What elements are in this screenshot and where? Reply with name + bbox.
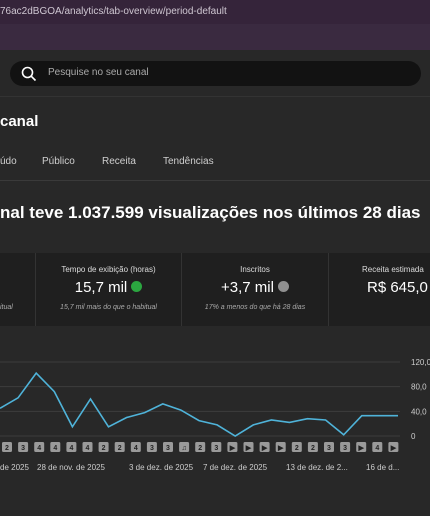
url-text: 76ac2dBGOA/analytics/tab-overview/period… [0, 6, 227, 17]
app-header: Pesquise no seu canal [0, 50, 430, 97]
tab-revenue[interactable]: Receita [102, 156, 136, 167]
upload-marker-label: 3 [327, 445, 331, 452]
search-box[interactable]: Pesquise no seu canal [10, 61, 421, 86]
upload-marker-label: ▶ [390, 445, 397, 452]
upload-marker-label: 2 [311, 445, 315, 452]
metric-card-views[interactable]: itual [0, 253, 36, 326]
y-tick-label: 120,0 [411, 358, 430, 367]
y-tick-label: 40,0 [411, 407, 427, 416]
upload-marker-label: 3 [21, 445, 25, 452]
metric-value: R$ 645,0 [367, 279, 428, 296]
tab-trends[interactable]: Tendências [163, 156, 214, 167]
trend-up-icon [131, 280, 143, 292]
summary-headline: nal teve 1.037.599 visualizações nos últ… [0, 203, 421, 222]
metric-value: +3,7 mil [182, 279, 328, 296]
metric-card-subscribers[interactable]: Inscritos +3,7 mil 17% a menos do que há… [182, 253, 329, 326]
metric-value-text: 15,7 mil [74, 279, 128, 296]
metric-label: Inscritos [240, 265, 270, 274]
views-line-chart: 120,0 80,0 40,0 0 2 3 4 4 4 4 2 2 4 3 3 ♫ 2 3 ▶ ▶ ▶ ▶ 2 2 3 3 ▶ 4 ▶ [0, 358, 430, 452]
metric-sub: 17% a menos do que há 28 dias [204, 304, 306, 311]
upload-marker-label: 2 [118, 445, 122, 452]
search-icon [21, 66, 37, 82]
y-tick-label: 80,0 [411, 383, 427, 392]
browser-url-bar[interactable]: 76ac2dBGOA/analytics/tab-overview/period… [0, 0, 430, 24]
upload-marker-label: ▶ [277, 445, 284, 452]
y-tick-label: 0 [411, 432, 416, 441]
x-tick-label: 7 de dez. de 2025 [203, 463, 268, 472]
upload-marker-label: 2 [198, 445, 202, 452]
upload-marker-label: ▶ [245, 445, 252, 452]
metric-label: Receita estimada [362, 265, 424, 274]
x-tick-label: 28 de nov. de 2025 [37, 463, 105, 472]
x-tick-label: 3 de dez. de 2025 [129, 463, 194, 472]
metric-card-watch-time[interactable]: Tempo de exibição (horas) 15,7 mil 15,7 … [36, 253, 182, 326]
upload-marker-label: ▶ [358, 445, 365, 452]
upload-marker-label: 3 [150, 445, 154, 452]
metric-cards: itual Tempo de exibição (horas) 15,7 mil… [0, 253, 430, 326]
upload-marker-label: 4 [375, 445, 379, 452]
browser-tab-strip [0, 24, 430, 50]
upload-marker-label: ♫ [181, 445, 186, 452]
page-title: canal [0, 113, 39, 130]
upload-marker-label: ▶ [229, 445, 236, 452]
metric-value-text: +3,7 mil [221, 279, 274, 296]
upload-marker-label: 4 [69, 445, 73, 452]
upload-marker-label: 3 [214, 445, 218, 452]
upload-marker-label: 2 [295, 445, 299, 452]
metric-value: 15,7 mil [36, 279, 181, 296]
metric-card-revenue[interactable]: Receita estimada R$ 645,0 [329, 253, 430, 326]
upload-marker-label: 4 [86, 445, 90, 452]
upload-marker-label: 3 [343, 445, 347, 452]
x-tick-label: de 2025 [0, 463, 29, 472]
series-line [0, 371, 398, 437]
upload-marker-label: 2 [5, 445, 9, 452]
metric-label: Tempo de exibição (horas) [61, 265, 156, 274]
upload-marker-label: 3 [166, 445, 170, 452]
tab-content[interactable]: údo [0, 156, 17, 167]
upload-marker-label: 4 [134, 445, 138, 452]
metric-sub: 15,7 mil mais do que o habitual [60, 304, 157, 311]
upload-marker-label: ▶ [261, 445, 268, 452]
tab-audience[interactable]: Público [42, 156, 75, 167]
upload-marker-label: 4 [53, 445, 57, 452]
trend-down-icon [277, 280, 289, 292]
upload-marker-label: 2 [102, 445, 106, 452]
analytics-tabs: údo Público Receita Tendências [0, 150, 430, 181]
search-input[interactable]: Pesquise no seu canal [48, 67, 149, 78]
x-tick-label: 13 de dez. de 2... [286, 463, 348, 472]
metric-sub: itual [0, 304, 13, 311]
upload-marker-label: 4 [37, 445, 41, 452]
x-tick-label: 16 de d... [366, 463, 400, 472]
